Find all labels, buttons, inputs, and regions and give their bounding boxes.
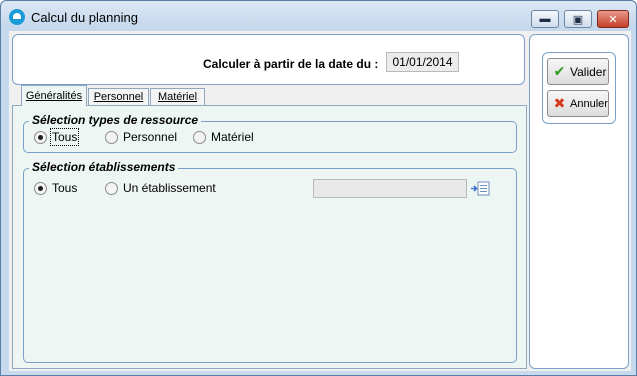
date-panel: Calculer à partir de la date du : 01/01/… [12, 34, 525, 85]
resource-type-group-title: Sélection types de ressource [29, 113, 202, 127]
checkmark-icon: ✔ [553, 63, 566, 79]
dialog-client-area: Calculer à partir de la date du : 01/01/… [9, 31, 631, 371]
radio-selected-icon [34, 130, 47, 144]
close-button[interactable]: ✕ [597, 10, 629, 28]
maximize-icon: ▣ [572, 13, 584, 26]
tab-page-generalites: Sélection types de ressource Tous Person… [12, 105, 527, 369]
maximize-button[interactable]: ▣ [564, 10, 592, 28]
establishment-group: Sélection établissements Tous Un établis… [23, 160, 517, 363]
actions-group: ✔ Valider ✖ Annuler [542, 52, 616, 124]
resource-type-group: Sélection types de ressource Tous Person… [23, 113, 517, 153]
radio-unselected-icon [105, 181, 118, 195]
radio-resource-materiel-label: Matériel [211, 130, 254, 144]
actions-panel: ✔ Valider ✖ Annuler [529, 34, 629, 369]
cancel-label: Annuler [570, 97, 608, 110]
minimize-icon: ▬ [539, 13, 551, 25]
radio-establishment-all[interactable]: Tous [34, 181, 77, 195]
radio-resource-personnel[interactable]: Personnel [105, 130, 177, 144]
radio-unselected-icon [193, 130, 206, 144]
radio-resource-personnel-label: Personnel [123, 130, 178, 144]
dialog-window: Calcul du planning ▬ ▣ ✕ Calculer à part… [0, 0, 637, 376]
cancel-button[interactable]: ✖ Annuler [547, 90, 609, 117]
radio-resource-all[interactable]: Tous [34, 128, 80, 146]
cross-icon: ✖ [553, 95, 566, 111]
radio-unselected-icon [105, 130, 118, 144]
radio-establishment-all-label: Tous [52, 181, 78, 195]
list-picker-icon[interactable] [470, 181, 490, 196]
title-bar[interactable]: Calcul du planning ▬ ▣ ✕ [1, 1, 636, 31]
close-icon: ✕ [608, 13, 618, 26]
validate-button[interactable]: ✔ Valider [547, 58, 609, 85]
radio-selected-icon [34, 181, 47, 195]
tab-materiel[interactable]: Matériel [150, 88, 205, 105]
app-icon [9, 9, 25, 25]
radio-establishment-one-label: Un établissement [123, 181, 216, 195]
establishment-group-title: Sélection établissements [29, 160, 179, 174]
establishment-field [313, 179, 467, 198]
start-date-label: Calculer à partir de la date du : [203, 57, 379, 71]
tab-personnel[interactable]: Personnel [88, 88, 149, 105]
start-date-field[interactable]: 01/01/2014 [386, 52, 459, 72]
minimize-button[interactable]: ▬ [531, 10, 559, 28]
validate-label: Valider [570, 64, 607, 79]
radio-resource-all-label: Tous [49, 128, 80, 146]
radio-resource-materiel[interactable]: Matériel [193, 130, 254, 144]
radio-establishment-one[interactable]: Un établissement [105, 181, 216, 195]
window-title: Calcul du planning [31, 10, 138, 25]
tab-generalites[interactable]: Généralités [21, 85, 87, 106]
